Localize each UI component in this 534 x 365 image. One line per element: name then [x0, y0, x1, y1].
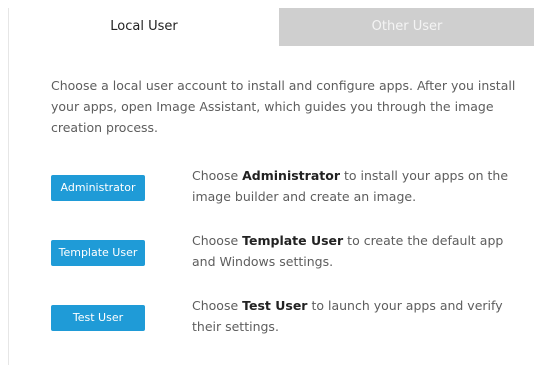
test-user-description: Choose Test User to launch your apps and…: [192, 295, 517, 337]
user-type-tabs: Local User Other User: [9, 8, 534, 46]
template-user-description: Choose Template User to create the defau…: [192, 230, 517, 272]
description-prefix: Choose: [192, 298, 243, 313]
intro-text: Choose a local user account to install a…: [51, 78, 516, 135]
tab-local-user[interactable]: Local User: [9, 8, 279, 46]
template-user-button[interactable]: Template User: [51, 240, 145, 266]
description-prefix: Choose: [192, 233, 243, 248]
administrator-button[interactable]: Administrator: [51, 175, 145, 201]
description-role-name: Template User: [242, 233, 344, 248]
description-role-name: Test User: [242, 298, 308, 313]
description-prefix: Choose: [192, 168, 243, 183]
administrator-description: Choose Administrator to install your app…: [192, 165, 517, 207]
test-user-button[interactable]: Test User: [51, 305, 145, 331]
description-role-name: Administrator: [242, 168, 340, 183]
user-selection-panel: Local User Other User Choose a local use…: [8, 8, 534, 365]
tab-other-user[interactable]: Other User: [279, 8, 534, 46]
